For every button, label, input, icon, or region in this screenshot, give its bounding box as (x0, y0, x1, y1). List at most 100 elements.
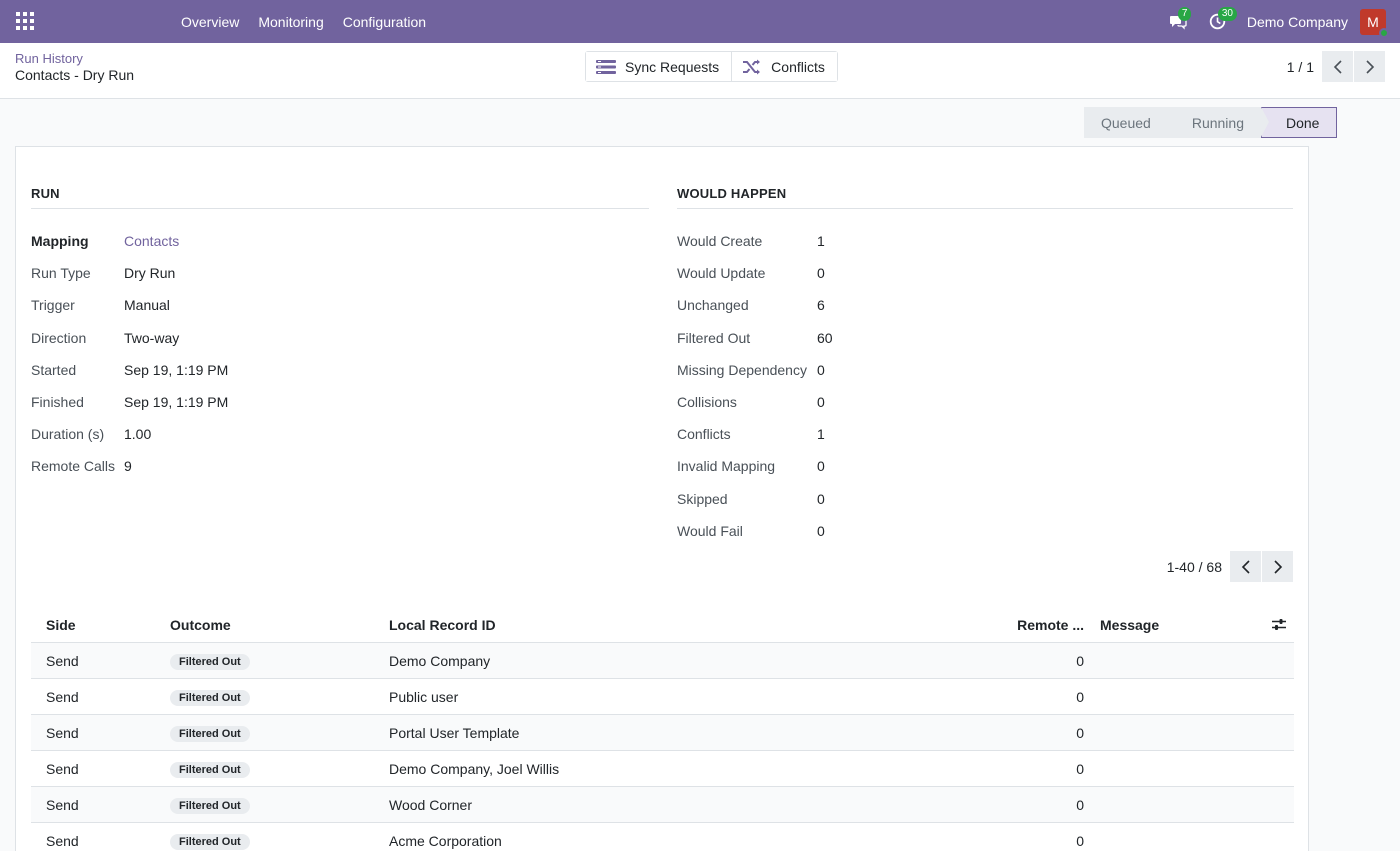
table-row[interactable]: Send Filtered Out Demo Company 0 (31, 643, 1294, 679)
field-value: 1.00 (124, 426, 152, 443)
header-remote[interactable]: Remote ... (959, 617, 1094, 633)
breadcrumb-parent-link[interactable]: Run History (15, 51, 134, 66)
field-label: Skipped (677, 490, 728, 507)
field-label: Run Type (31, 265, 91, 282)
menu-monitoring[interactable]: Monitoring (258, 14, 323, 30)
cell-outcome: Filtered Out (170, 652, 389, 670)
run-fields: Mapping Contacts Run Type Dry Run Trigger Man… (31, 225, 649, 483)
stage-running-label: Running (1191, 114, 1244, 131)
cell-side: Send (46, 760, 79, 777)
field-label: Duration (s) (31, 426, 105, 443)
field-value: Dry Run (124, 265, 176, 282)
field-row: Duration (s) 1.00 (31, 418, 649, 450)
field-row: Would Update 0 (677, 257, 1293, 289)
company-switcher[interactable]: Demo Company (1247, 14, 1348, 30)
field-row: Finished Sep 19, 1:19 PM (31, 386, 649, 418)
smart-buttons: Sync Requests Conflicts (585, 51, 838, 82)
shuffle-icon (743, 59, 761, 74)
stage-queued[interactable]: Queued (1084, 107, 1176, 138)
field-label: Filtered Out (677, 329, 751, 346)
chevron-left-icon (1241, 559, 1250, 574)
field-label: Would Fail (677, 522, 743, 539)
control-panel: Run History Contacts - Dry Run Sync Requ… (0, 43, 1400, 99)
field-label: Conflicts (677, 426, 731, 443)
cell-outcome: Filtered Out (170, 688, 389, 706)
app-grid-icon[interactable] (16, 12, 34, 30)
cell-outcome: Filtered Out (170, 796, 389, 814)
cell-remote: 0 (1076, 832, 1084, 849)
conflicts-button[interactable]: Conflicts (731, 52, 837, 81)
field-row: Collisions 0 (677, 386, 1293, 418)
list-pager-next[interactable] (1262, 551, 1293, 582)
outcome-badge: Filtered Out (170, 833, 250, 850)
field-value: 0 (817, 522, 825, 539)
record-pager-next[interactable] (1354, 51, 1385, 82)
list-pager-previous[interactable] (1230, 551, 1261, 582)
stage-running[interactable]: Running (1167, 107, 1270, 138)
table-row[interactable]: Send Filtered Out Demo Company, Joel Willi… (31, 751, 1294, 787)
field-value: 60 (817, 329, 833, 346)
record-pager-value[interactable]: 1 / 1 (1287, 59, 1314, 75)
chevron-right-icon (1365, 59, 1374, 74)
stage-done-label: Done (1285, 114, 1320, 131)
field-row: Remote Calls 9 (31, 450, 649, 482)
outcome-badge: Filtered Out (170, 689, 250, 706)
mapping-link[interactable]: Contacts (124, 233, 179, 249)
field-label: Unchanged (677, 297, 749, 314)
table-header: Side Outcome Local Record ID Remote ... … (31, 607, 1294, 643)
list-pager-value[interactable]: 1-40 / 68 (1167, 559, 1222, 575)
header-side[interactable]: Side (31, 617, 170, 633)
field-label: Trigger (31, 297, 75, 314)
outcome-badge: Filtered Out (170, 653, 250, 670)
field-row: Unchanged 6 (677, 289, 1293, 321)
field-value: Manual (124, 297, 170, 314)
field-row: Invalid Mapping 0 (677, 450, 1293, 482)
cell-remote: 0 (1076, 724, 1084, 741)
record-pager-previous[interactable] (1322, 51, 1353, 82)
sync-requests-button[interactable]: Sync Requests (586, 52, 732, 81)
field-label: Invalid Mapping (677, 458, 776, 475)
stage-done[interactable]: Done (1260, 107, 1338, 138)
would-happen-group: WOULD HAPPEN Would Create 1 Would Update 0 U… (677, 186, 1293, 547)
field-value: 0 (817, 458, 825, 475)
field-value: 0 (817, 265, 825, 282)
record-pager: 1 / 1 (1287, 51, 1385, 82)
table-row[interactable]: Send Filtered Out Public user 0 (31, 679, 1294, 715)
chat-systray-button[interactable]: 7 (1167, 6, 1192, 33)
field-value: 0 (817, 394, 825, 411)
menu-configuration[interactable]: Configuration (343, 14, 426, 30)
field-row: Started Sep 19, 1:19 PM (31, 354, 649, 386)
cell-remote: 0 (1076, 688, 1084, 705)
table-row[interactable]: Send Filtered Out Wood Corner 0 (31, 787, 1294, 823)
field-row: Would Fail 0 (677, 515, 1293, 547)
outcome-badge: Filtered Out (170, 797, 250, 814)
optional-columns-toggle[interactable] (1264, 618, 1294, 631)
header-outcome[interactable]: Outcome (170, 617, 389, 633)
breadcrumb-current: Contacts - Dry Run (15, 67, 135, 83)
run-group: RUN Mapping Contacts Run Type Dry Run Trigge… (31, 186, 649, 483)
run-group-title: RUN (31, 186, 649, 209)
table-row[interactable]: Send Filtered Out Acme Corporation 0 (31, 823, 1294, 851)
field-row: Conflicts 1 (677, 418, 1293, 450)
header-message[interactable]: Message (1094, 617, 1264, 633)
table-body: Send Filtered Out Demo Company 0 Send Filtere… (31, 643, 1294, 851)
activity-count-badge: 30 (1217, 6, 1237, 21)
header-local-record-id[interactable]: Local Record ID (389, 617, 959, 633)
chevron-left-icon (1333, 59, 1342, 74)
user-avatar[interactable]: M (1360, 8, 1389, 38)
table-row[interactable]: Send Filtered Out Portal User Template 0 (31, 715, 1294, 751)
online-status-dot (1379, 27, 1389, 38)
cell-remote: 0 (1076, 652, 1084, 669)
field-value: 9 (124, 458, 132, 475)
would-happen-fields: Would Create 1 Would Update 0 Unchanged 6 Filt… (677, 225, 1293, 547)
field-value: 0 (817, 361, 825, 378)
field-value: 1 (817, 426, 825, 443)
field-value: 1 (817, 233, 825, 250)
menu-overview[interactable]: Overview (181, 14, 239, 30)
cell-local-record-id: Demo Company, Joel Willis (389, 760, 560, 777)
activity-systray-button[interactable]: 30 (1207, 6, 1237, 33)
cell-side: Send (46, 652, 79, 669)
field-label: Remote Calls (31, 458, 116, 475)
chat-count-badge: 7 (1177, 6, 1192, 21)
stage-queued-label: Queued (1101, 114, 1151, 131)
